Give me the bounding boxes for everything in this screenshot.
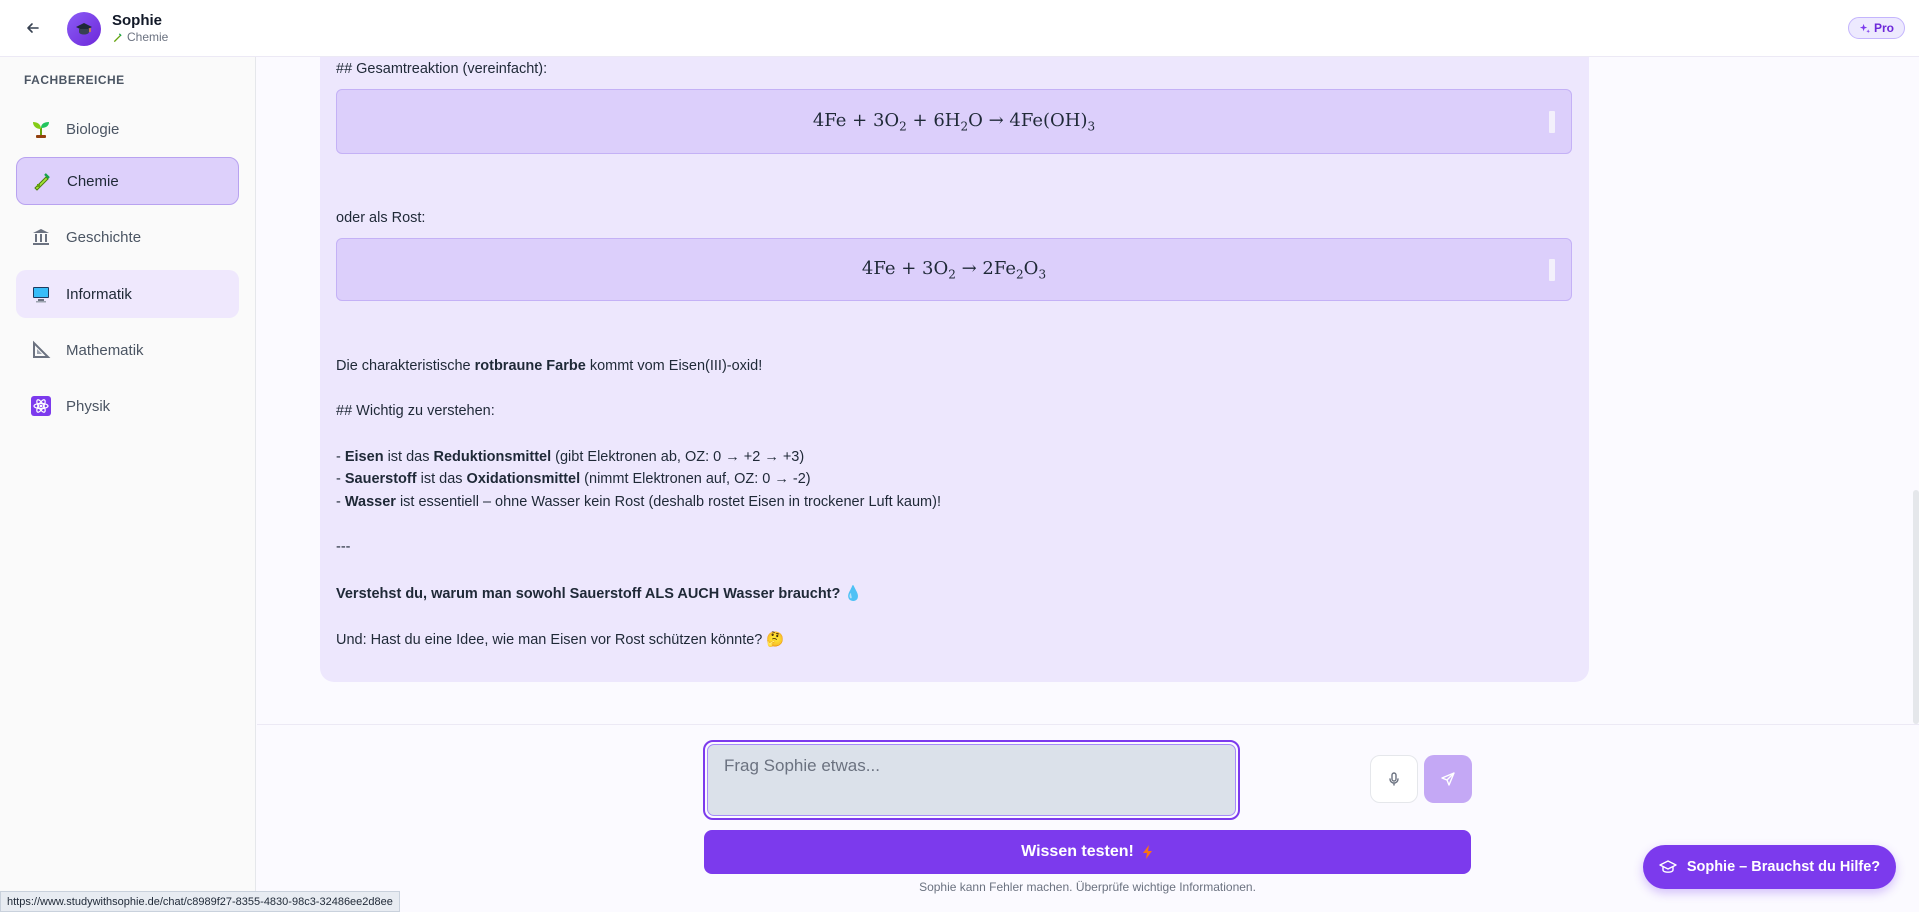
sidebar-item-geschichte[interactable]: Geschichte	[16, 213, 239, 261]
sidebar-item-informatik[interactable]: Informatik	[16, 270, 239, 318]
help-button-label: Sophie – Brauchst du Hilfe?	[1686, 859, 1881, 875]
sidebar-item-label: Informatik	[66, 285, 132, 303]
sidebar-item-label: Chemie	[67, 172, 119, 190]
sidebar-item-label: Biologie	[66, 120, 120, 138]
sidebar: FACHBEREICHE Biologie Chemie Geschichte …	[0, 57, 256, 912]
send-button[interactable]	[1424, 755, 1472, 803]
help-button[interactable]: Sophie – Brauchst du Hilfe?	[1643, 845, 1896, 889]
followup-question: Und: Hast du eine Idee, wie man Eisen vo…	[336, 632, 785, 648]
test-tube-icon	[113, 32, 122, 42]
equation-marker	[1549, 258, 1555, 281]
equation-block: 4Fe + 3O2 + 6H2O → 4Fe(OH)3	[336, 89, 1572, 154]
app-header: Sophie Chemie Pro	[0, 0, 1919, 57]
sidebar-item-mathematik[interactable]: Mathematik	[16, 326, 239, 374]
disclaimer: Sophie kann Fehler machen. Überprüfe wic…	[919, 880, 1256, 894]
scrollbar[interactable]	[1913, 490, 1919, 724]
equation-rust: 4Fe + 3O2 → 2Fe2O3	[861, 257, 1047, 282]
triangular-ruler-icon	[30, 339, 52, 361]
paragraph: Die charakteristische rotbraune Farbe ko…	[336, 358, 763, 374]
status-url: https://www.studywithsophie.de/chat/c898…	[0, 891, 400, 912]
message-input[interactable]	[708, 745, 1235, 815]
avatar	[67, 12, 101, 46]
computer-icon	[30, 283, 52, 305]
sidebar-item-label: Physik	[66, 397, 111, 415]
list-item: - Eisen ist das Reduktionsmittel (gibt E…	[336, 449, 805, 465]
paragraph: oder als Rost:	[336, 210, 426, 226]
pro-badge[interactable]: Pro	[1847, 17, 1905, 39]
arrow-left-icon	[27, 23, 39, 33]
sidebar-item-label: Geschichte	[66, 228, 142, 246]
message-input-wrapper	[703, 740, 1240, 820]
sparkles-icon	[1859, 23, 1870, 33]
equation-total: 4Fe + 3O2 + 6H2O → 4Fe(OH)3	[812, 109, 1096, 134]
test-knowledge-label: Wissen testen!	[1021, 843, 1134, 860]
back-button[interactable]	[22, 17, 44, 39]
subject-label: Chemie	[127, 30, 169, 44]
microphone-button[interactable]	[1370, 755, 1418, 803]
atom-icon	[30, 395, 52, 417]
section-heading: ## Wichtig zu verstehen:	[336, 403, 495, 419]
sidebar-title: FACHBEREICHE	[24, 73, 125, 87]
pro-label: Pro	[1873, 21, 1894, 35]
list-item: - Sauerstoff ist das Oxidationsmittel (n…	[336, 471, 811, 487]
section-heading: ## Gesamtreaktion (vereinfacht):	[336, 61, 548, 77]
sidebar-item-label: Mathematik	[66, 341, 144, 359]
graduation-cap-icon	[76, 23, 92, 35]
graduation-cap-icon	[1659, 860, 1677, 873]
separator: ---	[336, 539, 351, 555]
microphone-icon	[1389, 772, 1399, 786]
chat-area[interactable]: ## Gesamtreaktion (vereinfacht): 4Fe + 3…	[257, 57, 1919, 724]
message-input-box	[707, 744, 1236, 816]
classical-building-icon	[30, 226, 52, 248]
equation-marker	[1549, 110, 1555, 133]
lightning-icon	[1142, 845, 1152, 859]
current-subject: Chemie	[112, 30, 168, 44]
sidebar-item-biologie[interactable]: Biologie	[16, 105, 239, 153]
test-knowledge-button[interactable]: Wissen testen!	[704, 830, 1471, 874]
send-icon	[1441, 772, 1455, 786]
list-item: - Wasser ist essentiell – ohne Wasser ke…	[336, 494, 941, 510]
sidebar-item-physik[interactable]: Physik	[16, 382, 239, 430]
test-tube-icon	[31, 170, 53, 192]
seedling-icon	[30, 118, 52, 140]
equation-block: 4Fe + 3O2 → 2Fe2O3	[336, 238, 1572, 301]
tutor-name: Sophie	[112, 12, 163, 29]
question: Verstehst du, warum man sowohl Sauerstof…	[336, 586, 863, 602]
sidebar-item-chemie[interactable]: Chemie	[16, 157, 239, 205]
